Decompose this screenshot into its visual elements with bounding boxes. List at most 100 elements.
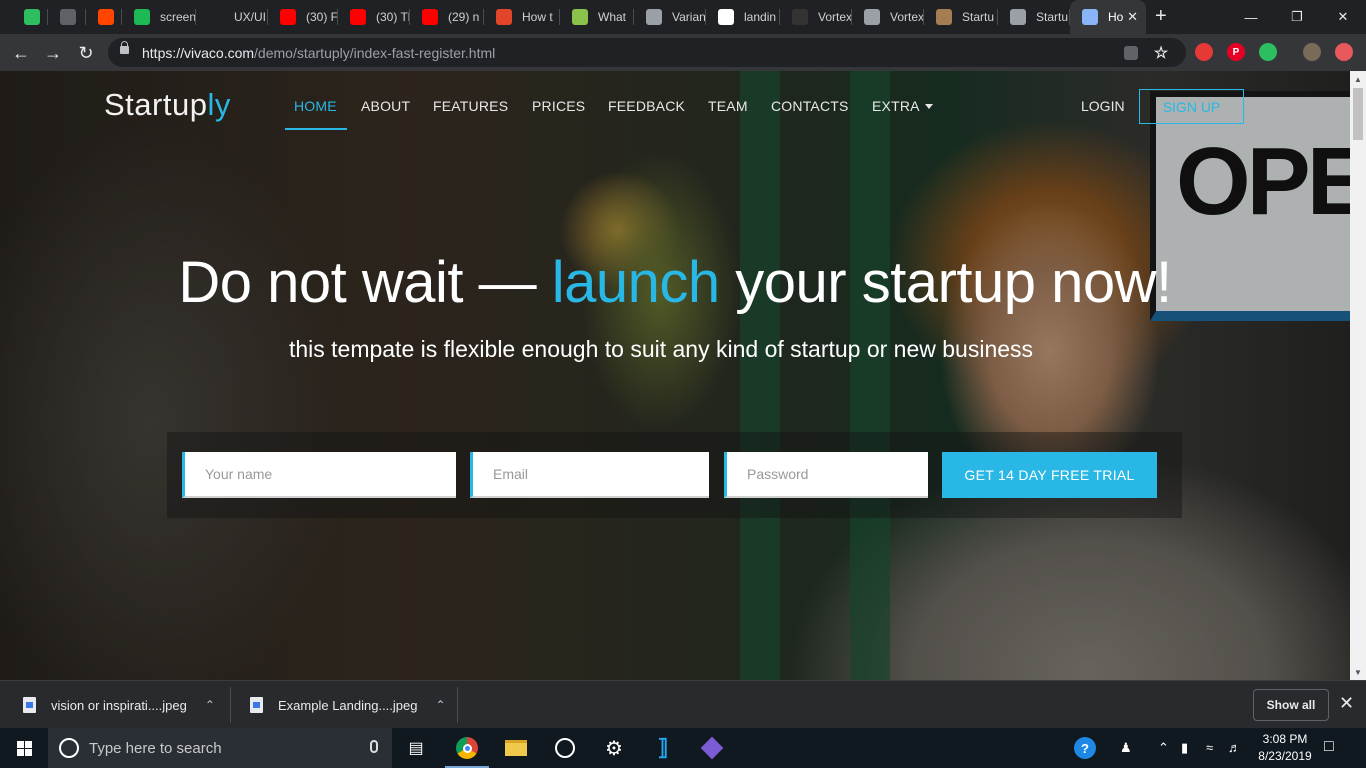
youtube-icon bbox=[350, 9, 366, 25]
clock-icon bbox=[1082, 9, 1098, 25]
browser-tab[interactable]: landin bbox=[706, 0, 780, 34]
evernote-icon[interactable] bbox=[1259, 43, 1277, 61]
shield-icon[interactable] bbox=[1124, 46, 1138, 60]
password-field[interactable]: Password bbox=[724, 452, 928, 498]
download-item[interactable]: vision or inspirati....jpeg ⌃ bbox=[23, 681, 215, 729]
start-button[interactable] bbox=[0, 728, 48, 768]
tab-title: (30) Tl bbox=[376, 10, 410, 24]
tab-title: Vortex bbox=[818, 10, 852, 24]
browser-tab[interactable]: Startu bbox=[998, 0, 1070, 34]
task-view-icon[interactable]: ▤ bbox=[392, 728, 440, 768]
volume-icon[interactable]: ♬ bbox=[1228, 740, 1241, 755]
extension-flower-icon[interactable] bbox=[1335, 43, 1353, 61]
file-explorer-icon[interactable] bbox=[492, 728, 540, 768]
settings-gear-icon[interactable]: ⚙ bbox=[590, 728, 638, 768]
tab-title: Ho bbox=[1108, 10, 1124, 24]
browser-tab[interactable]: Vortex bbox=[852, 0, 924, 34]
signup-button[interactable]: SIGN UP bbox=[1139, 89, 1244, 124]
microphone-icon[interactable] bbox=[370, 740, 378, 753]
forward-icon[interactable]: → bbox=[41, 41, 65, 65]
tab-title: (29) n bbox=[448, 10, 480, 24]
git-kraken-icon[interactable] bbox=[688, 728, 736, 768]
startup-icon bbox=[936, 9, 952, 25]
vscode-icon[interactable]: ⟧ bbox=[639, 728, 687, 768]
taskbar-search[interactable]: Type here to search bbox=[48, 728, 392, 768]
browser-tab[interactable]: Ho ✕ bbox=[1070, 0, 1146, 34]
close-tab-icon[interactable]: ✕ bbox=[1127, 9, 1138, 25]
browser-tab[interactable]: UX/UI bbox=[196, 0, 268, 34]
wordpress-icon bbox=[646, 9, 662, 25]
nav-extra[interactable]: EXTRA bbox=[872, 98, 933, 114]
chevron-up-icon[interactable]: ⌃ bbox=[435, 698, 445, 712]
browser-tab[interactable]: Vortex bbox=[780, 0, 852, 34]
active-nav-indicator bbox=[285, 128, 347, 130]
restore-button[interactable]: ❐ bbox=[1274, 0, 1320, 34]
login-link[interactable]: LOGIN bbox=[1081, 98, 1125, 114]
windows-taskbar: Type here to search ▤ ⚙ ⟧ ? ♟ ⌃ ▮ ≈ ♬ 3:… bbox=[0, 728, 1366, 768]
adblock-icon[interactable] bbox=[1195, 43, 1213, 61]
chrome-icon[interactable] bbox=[443, 728, 491, 768]
hero-subtitle: this tempate is flexible enough to suit … bbox=[288, 336, 1034, 362]
download-item[interactable]: Example Landing....jpeg ⌃ bbox=[250, 681, 446, 729]
close-window-button[interactable]: ✕ bbox=[1320, 0, 1366, 34]
notification-icon[interactable]: □ bbox=[1324, 738, 1334, 756]
alarm-clock-icon[interactable] bbox=[541, 728, 589, 768]
show-all-button[interactable]: Show all bbox=[1253, 689, 1329, 721]
windows-icon bbox=[16, 740, 32, 756]
pinterest-icon[interactable]: P bbox=[1227, 43, 1245, 61]
nav-feedback[interactable]: FEEDBACK bbox=[608, 98, 685, 114]
nav-contacts[interactable]: CONTACTS bbox=[771, 98, 849, 114]
battery-icon[interactable]: ▮ bbox=[1181, 740, 1188, 756]
back-icon[interactable]: ← bbox=[9, 41, 33, 65]
globe-icon bbox=[864, 9, 880, 25]
name-field[interactable]: Your name bbox=[182, 452, 456, 498]
profile-avatar[interactable] bbox=[1303, 43, 1321, 61]
cortana-icon bbox=[59, 738, 79, 758]
browser-tab[interactable]: What bbox=[560, 0, 634, 34]
minimize-button[interactable]: — bbox=[1228, 0, 1274, 34]
wifi-icon[interactable]: ≈ bbox=[1206, 740, 1213, 755]
scroll-down-icon[interactable]: ▼ bbox=[1350, 664, 1366, 680]
site-logo[interactable]: Startuply bbox=[104, 87, 231, 123]
youtube-icon bbox=[280, 9, 296, 25]
scroll-thumb[interactable] bbox=[1353, 88, 1363, 140]
page-scrollbar[interactable]: ▲ ▼ bbox=[1350, 71, 1366, 680]
chevron-up-icon[interactable]: ⌃ bbox=[205, 698, 215, 712]
reload-icon[interactable]: ↻ bbox=[74, 41, 98, 65]
email-field[interactable]: Email bbox=[470, 452, 709, 498]
address-bar[interactable]: https://vivaco.com/demo/startuply/index-… bbox=[108, 38, 1186, 67]
browser-tab[interactable] bbox=[86, 0, 122, 34]
scroll-up-icon[interactable]: ▲ bbox=[1350, 71, 1366, 87]
bookmark-star-icon[interactable]: ☆ bbox=[1152, 44, 1170, 62]
browser-tab[interactable]: (29) n bbox=[410, 0, 484, 34]
chevron-up-icon[interactable]: ⌃ bbox=[1158, 740, 1169, 756]
browser-tab[interactable]: Startu bbox=[924, 0, 998, 34]
tab-title: What bbox=[598, 10, 627, 24]
globe-icon bbox=[1010, 9, 1026, 25]
nav-team[interactable]: TEAM bbox=[708, 98, 748, 114]
nav-features[interactable]: FEATURES bbox=[433, 98, 508, 114]
browser-tab[interactable] bbox=[48, 0, 86, 34]
system-clock[interactable]: 3:08 PM 8/23/2019 bbox=[1250, 731, 1320, 765]
browser-tab[interactable]: screen bbox=[122, 0, 196, 34]
script-a-icon bbox=[60, 9, 76, 25]
ux-icon bbox=[496, 9, 512, 25]
nav-prices[interactable]: PRICES bbox=[532, 98, 585, 114]
browser-tab[interactable]: How t bbox=[484, 0, 560, 34]
url-text[interactable]: https://vivaco.com/demo/startuply/index-… bbox=[142, 45, 495, 61]
lock-icon bbox=[120, 41, 129, 54]
free-trial-button[interactable]: GET 14 DAY FREE TRIAL bbox=[942, 452, 1157, 498]
help-icon[interactable]: ? bbox=[1074, 737, 1096, 759]
nav-about[interactable]: ABOUT bbox=[361, 98, 410, 114]
browser-tab[interactable]: Varian bbox=[634, 0, 706, 34]
nav-home[interactable]: HOME bbox=[294, 98, 337, 114]
people-icon[interactable]: ♟ bbox=[1120, 740, 1132, 756]
tab-title: landin bbox=[744, 10, 777, 24]
browser-tab[interactable] bbox=[12, 0, 48, 34]
browser-tab[interactable]: (30) Tl bbox=[338, 0, 410, 34]
close-icon[interactable]: ✕ bbox=[1339, 693, 1354, 714]
new-tab-button[interactable]: + bbox=[1155, 6, 1167, 26]
evernote-icon bbox=[24, 9, 40, 25]
tab-title: Varian bbox=[672, 10, 706, 24]
browser-tab[interactable]: (30) Fl bbox=[268, 0, 338, 34]
